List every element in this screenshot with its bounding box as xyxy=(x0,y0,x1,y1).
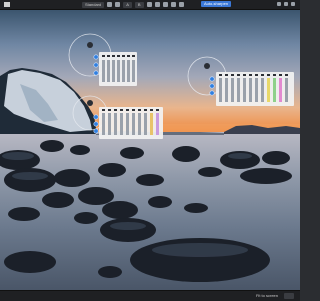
settings-icon[interactable] xyxy=(277,2,281,6)
compare-icon[interactable] xyxy=(146,2,152,7)
toolbar-controls: Standard A B xyxy=(82,1,184,8)
minimize-icon[interactable] xyxy=(284,2,288,6)
photo-canvas[interactable] xyxy=(0,10,300,290)
adjustment-pin-sky[interactable] xyxy=(68,33,137,86)
status-bar: Fit to screen xyxy=(0,290,300,301)
top-toolbar: Standard A B Auto-sharpen xyxy=(0,0,300,10)
redo-icon[interactable] xyxy=(115,2,121,7)
zoom-level[interactable]: Fit to screen xyxy=(256,293,278,299)
mode-dropdown[interactable]: Standard xyxy=(82,1,105,8)
app-logo xyxy=(4,2,10,7)
auto-action-button[interactable]: Auto-sharpen xyxy=(201,1,232,7)
grid-icon[interactable] xyxy=(154,2,160,7)
close-icon[interactable] xyxy=(291,2,295,6)
window-controls xyxy=(277,2,295,6)
view-mode-button[interactable] xyxy=(284,293,294,299)
photo-scene xyxy=(0,33,300,282)
brush-icon[interactable] xyxy=(170,2,176,7)
crop-icon[interactable] xyxy=(162,2,168,7)
info-icon[interactable] xyxy=(178,2,184,7)
tab-b[interactable]: A xyxy=(123,1,132,8)
undo-icon[interactable] xyxy=(107,2,113,7)
adjustment-pin-right[interactable] xyxy=(187,56,294,106)
tab-a[interactable]: B xyxy=(134,1,144,8)
